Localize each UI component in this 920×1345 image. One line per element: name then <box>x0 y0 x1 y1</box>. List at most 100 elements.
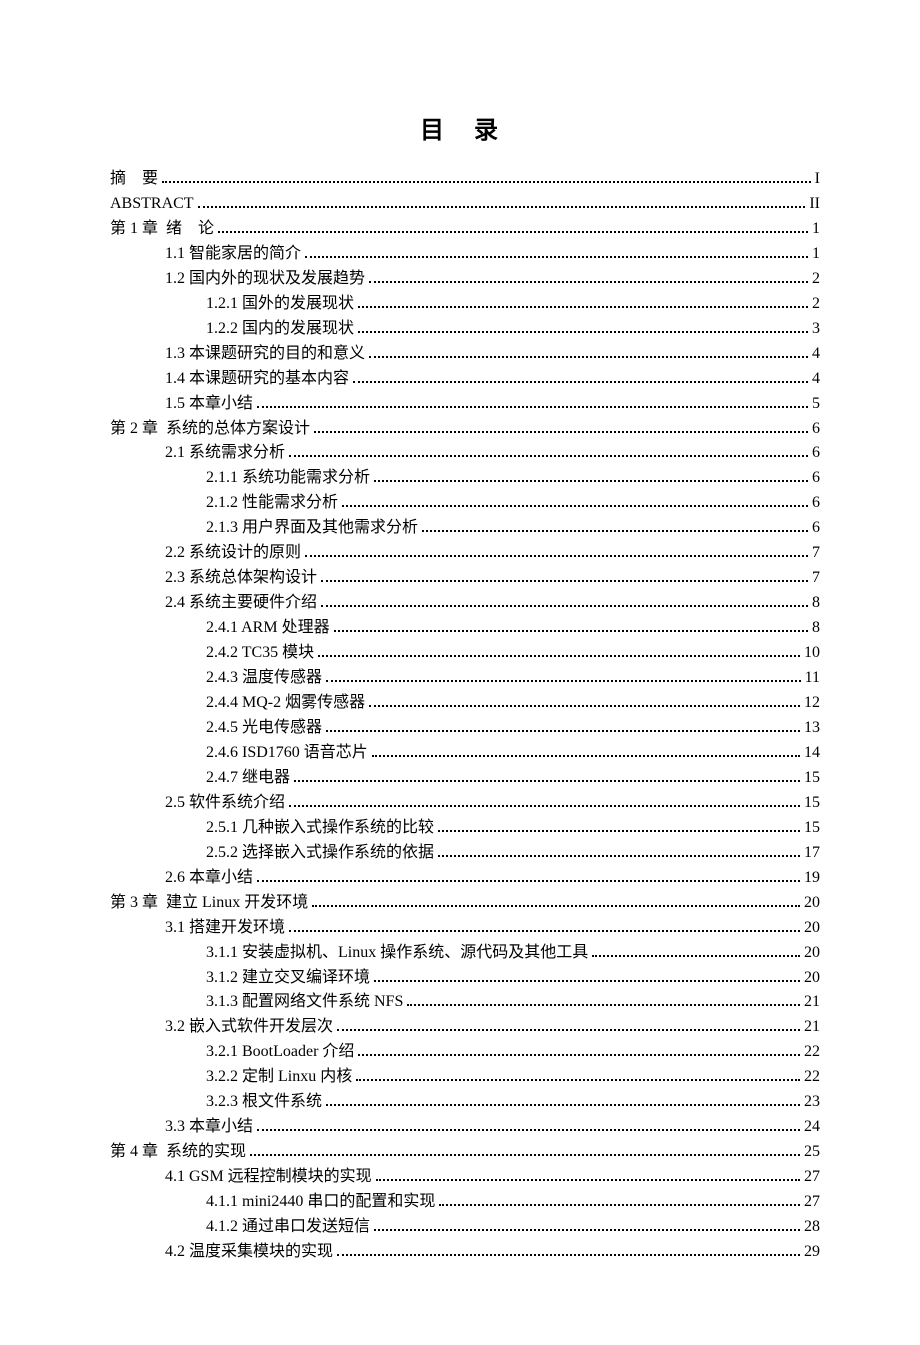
toc-entry-text: 第 2 章 系统的总体方案设计 <box>110 417 310 442</box>
toc-leader-dots <box>250 1146 800 1156</box>
toc-entry: 摘 要I <box>110 167 820 192</box>
toc-entry-page: II <box>809 192 820 217</box>
toc-entry: 2.4.7 继电器15 <box>110 766 820 791</box>
toc-entry: 第 1 章 绪 论1 <box>110 217 820 242</box>
toc-leader-dots <box>257 1121 800 1131</box>
toc-entry: 2.5.2 选择嵌入式操作系统的依据17 <box>110 841 820 866</box>
toc-entry-page: 8 <box>812 616 820 641</box>
toc-entry-page: 1 <box>812 242 820 267</box>
toc-entry-text: 2.1 系统需求分析 <box>165 441 285 466</box>
toc-leader-dots <box>353 373 808 383</box>
toc-entry: 2.1.3 用户界面及其他需求分析6 <box>110 516 820 541</box>
toc-leader-dots <box>257 872 800 882</box>
toc-leader-dots <box>356 1071 800 1081</box>
toc-leader-dots <box>289 797 800 807</box>
toc-entry: 2.5.1 几种嵌入式操作系统的比较15 <box>110 816 820 841</box>
toc-leader-dots <box>218 223 808 233</box>
toc-entry: 4.1 GSM 远程控制模块的实现27 <box>110 1165 820 1190</box>
toc-entry-text: 2.4 系统主要硬件介绍 <box>165 591 317 616</box>
toc-entry-text: ABSTRACT <box>110 192 194 217</box>
toc-entry-page: 21 <box>804 1015 820 1040</box>
toc-entry-page: 19 <box>804 866 820 891</box>
toc-leader-dots <box>438 847 800 857</box>
toc-entry-text: 1.1 智能家居的简介 <box>165 242 301 267</box>
toc-entry-page: 20 <box>804 891 820 916</box>
toc-leader-dots <box>439 1196 800 1206</box>
toc-entry-page: 22 <box>804 1040 820 1065</box>
toc-leader-dots <box>376 1171 800 1181</box>
page-container: 目 录 摘 要IABSTRACTII第 1 章 绪 论11.1 智能家居的简介1… <box>0 0 920 1345</box>
toc-entry: 3.1.3 配置网络文件系统 NFS21 <box>110 990 820 1015</box>
toc-entry-text: 2.1.2 性能需求分析 <box>206 491 338 516</box>
toc-entry-text: 2.6 本章小结 <box>165 866 253 891</box>
toc-entry: 3.3 本章小结24 <box>110 1115 820 1140</box>
toc-entry-text: 3.2.1 BootLoader 介绍 <box>206 1040 354 1065</box>
toc-entry: 2.4.1 ARM 处理器 8 <box>110 616 820 641</box>
toc-leader-dots <box>162 173 811 183</box>
toc-entry: 3.1.1 安装虚拟机、Linux 操作系统、源代码及其他工具20 <box>110 941 820 966</box>
toc-entry: 1.2.1 国外的发展现状2 <box>110 292 820 317</box>
toc-entry-text: 4.1.2 通过串口发送短信 <box>206 1215 370 1240</box>
toc-entry-page: 20 <box>804 941 820 966</box>
toc-entry-page: 23 <box>804 1090 820 1115</box>
toc-entry-text: 3.2.2 定制 Linxu 内核 <box>206 1065 352 1090</box>
toc-entry-text: 3.1 搭建开发环境 <box>165 916 285 941</box>
toc-entry-page: 6 <box>812 491 820 516</box>
toc-entry-text: 2.5.2 选择嵌入式操作系统的依据 <box>206 841 434 866</box>
toc-leader-dots <box>289 922 800 932</box>
toc-entry-page: 3 <box>812 317 820 342</box>
toc-entry: 2.4.2 TC35 模块10 <box>110 641 820 666</box>
toc-entry-page: 25 <box>804 1140 820 1165</box>
toc-leader-dots <box>294 772 800 782</box>
toc-entry-page: 2 <box>812 292 820 317</box>
toc-leader-dots <box>369 273 808 283</box>
toc-entry-page: 6 <box>812 516 820 541</box>
toc-entry: 3.1 搭建开发环境 20 <box>110 916 820 941</box>
toc-leader-dots <box>321 597 808 607</box>
toc-entry-text: 2.3 系统总体架构设计 <box>165 566 317 591</box>
toc-entry-page: 20 <box>804 916 820 941</box>
toc-entry: ABSTRACT II <box>110 192 820 217</box>
toc-leader-dots <box>374 972 800 982</box>
toc-entry: 1.1 智能家居的简介 1 <box>110 242 820 267</box>
toc-entry-page: 14 <box>804 741 820 766</box>
toc-leader-dots <box>289 447 808 457</box>
toc-entry-text: 2.2 系统设计的原则 <box>165 541 301 566</box>
toc-leader-dots <box>407 996 800 1006</box>
toc-entry-text: 2.4.4 MQ-2 烟雾传感器 <box>206 691 365 716</box>
toc-leader-dots <box>372 747 800 757</box>
toc-entry: 2.6 本章小结 19 <box>110 866 820 891</box>
toc-leader-dots <box>358 1046 800 1056</box>
toc-leader-dots <box>257 398 808 408</box>
toc-entry-page: 7 <box>812 566 820 591</box>
toc-entry: 3.2.1 BootLoader 介绍 22 <box>110 1040 820 1065</box>
toc-entry: 2.4.4 MQ-2 烟雾传感器 12 <box>110 691 820 716</box>
toc-leader-dots <box>337 1246 800 1256</box>
toc-leader-dots <box>326 722 800 732</box>
toc-leader-dots <box>369 348 808 358</box>
toc-leader-dots <box>592 947 800 957</box>
toc-entry-text: 第 4 章 系统的实现 <box>110 1140 246 1165</box>
toc-leader-dots <box>337 1021 800 1031</box>
toc-entry: 2.4.6 ISD1760 语音芯片14 <box>110 741 820 766</box>
toc-entry-text: 第 1 章 绪 论 <box>110 217 214 242</box>
toc-entry: 第 2 章 系统的总体方案设计6 <box>110 417 820 442</box>
toc-entry-page: 2 <box>812 267 820 292</box>
toc-entry-page: 13 <box>804 716 820 741</box>
toc-entry-page: 12 <box>804 691 820 716</box>
toc-entry-text: 3.1.2 建立交叉编译环境 <box>206 966 370 991</box>
toc-entry: 第 3 章 建立 Linux 开发环境 20 <box>110 891 820 916</box>
toc-entry-text: 4.1 GSM 远程控制模块的实现 <box>165 1165 372 1190</box>
toc-entry: 4.1.2 通过串口发送短信28 <box>110 1215 820 1240</box>
toc-entry-text: 1.4 本课题研究的基本内容 <box>165 367 349 392</box>
toc-entry-page: I <box>815 167 820 192</box>
toc-entry: 1.2.2 国内的发展现状3 <box>110 317 820 342</box>
toc-entry-text: 第 3 章 建立 Linux 开发环境 <box>110 891 308 916</box>
toc-entry-text: 3.3 本章小结 <box>165 1115 253 1140</box>
toc-entry: 1.2 国内外的现状及发展趋势2 <box>110 267 820 292</box>
toc-entry-page: 21 <box>804 990 820 1015</box>
toc-entry-page: 5 <box>812 392 820 417</box>
toc-entry: 2.1 系统需求分析6 <box>110 441 820 466</box>
toc-entry-text: 2.4.1 ARM 处理器 <box>206 616 330 641</box>
toc-entry-text: 2.4.2 TC35 模块 <box>206 641 314 666</box>
